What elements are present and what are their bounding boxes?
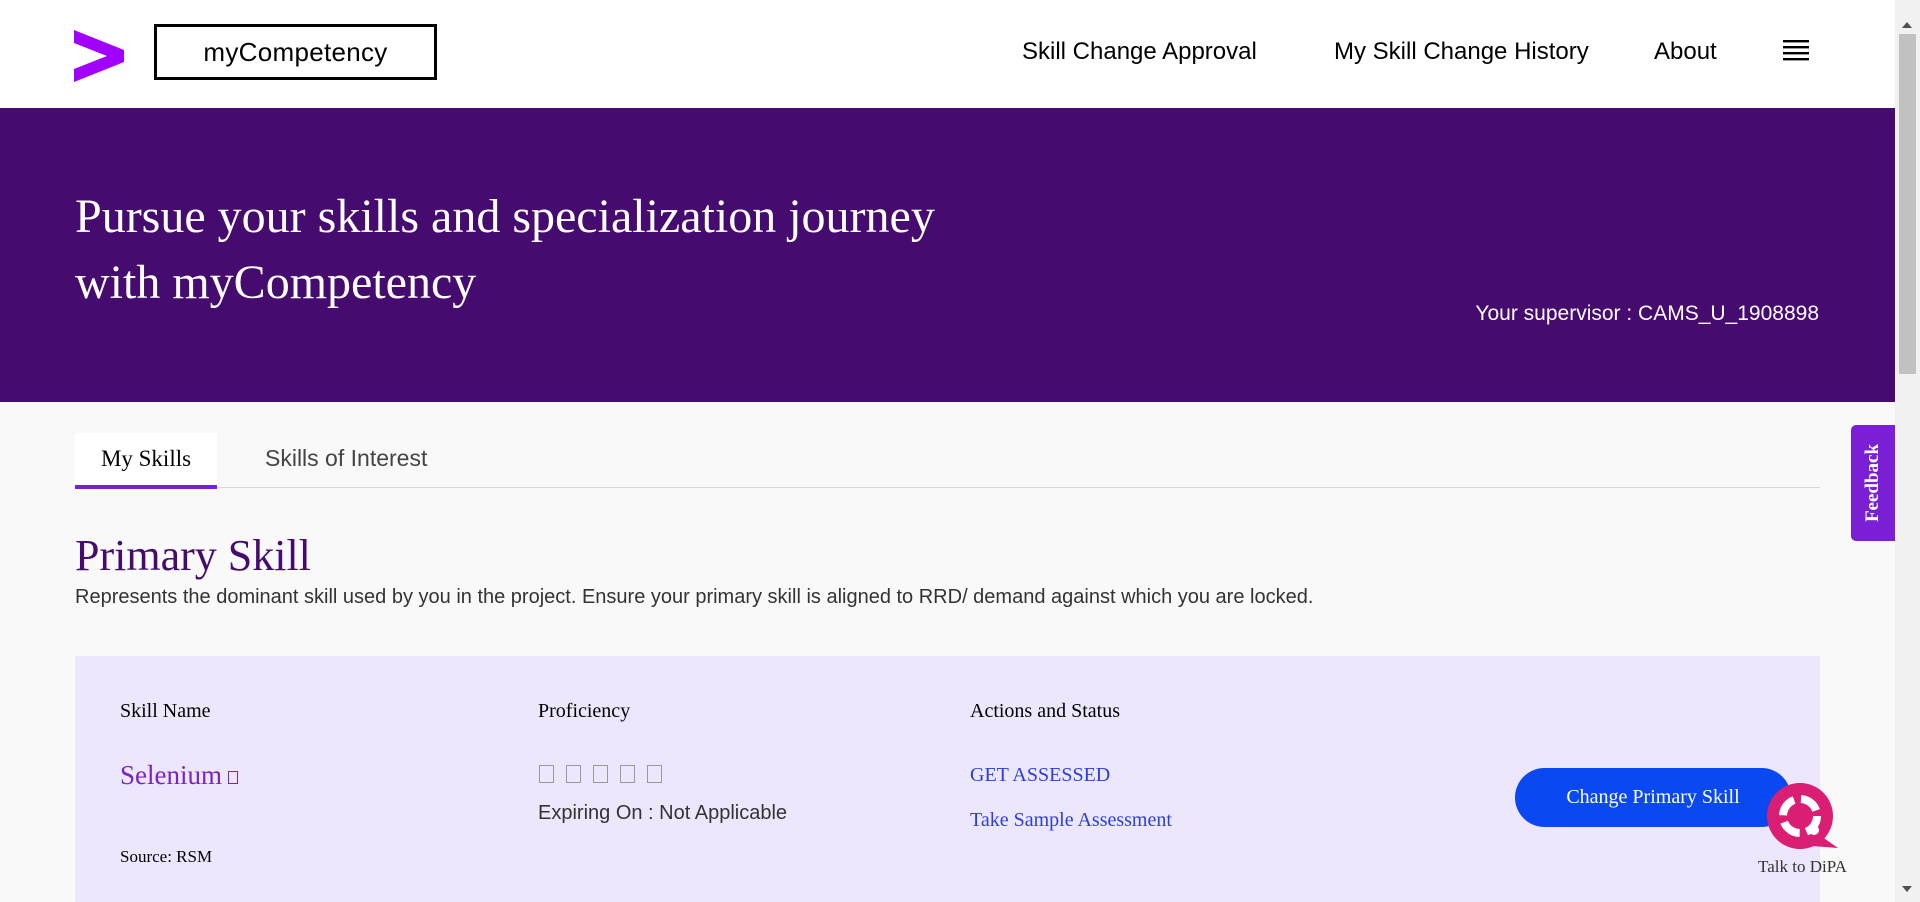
proficiency-star-icon [566,765,581,783]
accenture-logo-icon[interactable] [74,30,124,82]
change-primary-skill-button[interactable]: Change Primary Skill [1515,768,1791,827]
section-description: Represents the dominant skill used by yo… [75,586,1314,608]
section-title: Primary Skill [75,531,311,580]
supervisor-info: Your supervisor : CAMS_U_1908898 [1475,302,1819,325]
skill-info-icon[interactable] [228,771,238,785]
dipa-label[interactable]: Talk to DiPA [1758,857,1847,877]
feedback-tab[interactable]: Feedback [1851,425,1895,541]
page-scrollbar[interactable] [1895,0,1920,902]
hamburger-menu-icon[interactable] [1783,38,1809,62]
expiring-status: Expiring On : Not Applicable [538,802,788,824]
top-navigation-bar: myCompetency Skill Change Approval My Sk… [0,0,1895,108]
proficiency-star-icon [539,765,554,783]
nav-skill-change-approval[interactable]: Skill Change Approval [1022,38,1257,66]
skill-name-link[interactable]: Selenium [120,760,238,791]
proficiency-rating [539,765,662,783]
column-header-actions-status: Actions and Status [970,700,1120,722]
proficiency-star-icon [593,765,608,783]
feedback-label: Feedback [1862,443,1884,523]
take-sample-assessment-link[interactable]: Take Sample Assessment [970,809,1172,832]
skill-name-text[interactable]: Selenium [120,760,222,790]
get-assessed-link[interactable]: GET ASSESSED [970,764,1110,787]
nav-about[interactable]: About [1654,38,1717,66]
tab-skills-of-interest[interactable]: Skills of Interest [265,445,427,472]
tabs-divider [75,487,1820,488]
nav-my-skill-change-history[interactable]: My Skill Change History [1334,38,1589,66]
scrollbar-thumb[interactable] [1899,34,1916,374]
proficiency-star-icon [620,765,635,783]
hero-title-line-2: with myCompetency [75,256,477,309]
hero-title-line-1: Pursue your skills and specialization jo… [75,190,935,243]
brand-title[interactable]: myCompetency [154,24,437,80]
scroll-down-arrow-icon[interactable] [1902,886,1912,892]
tab-my-skills[interactable]: My Skills [75,433,217,489]
hero-banner: Pursue your skills and specialization jo… [0,108,1895,402]
column-header-proficiency: Proficiency [538,700,631,722]
proficiency-star-icon [647,765,662,783]
dipa-chat-icon[interactable] [1766,782,1842,852]
hero-title: Pursue your skills and specialization jo… [75,184,1075,316]
scroll-up-arrow-icon[interactable] [1902,22,1912,28]
column-header-skill-name: Skill Name [120,700,211,722]
skill-source: Source: RSM [120,847,213,866]
